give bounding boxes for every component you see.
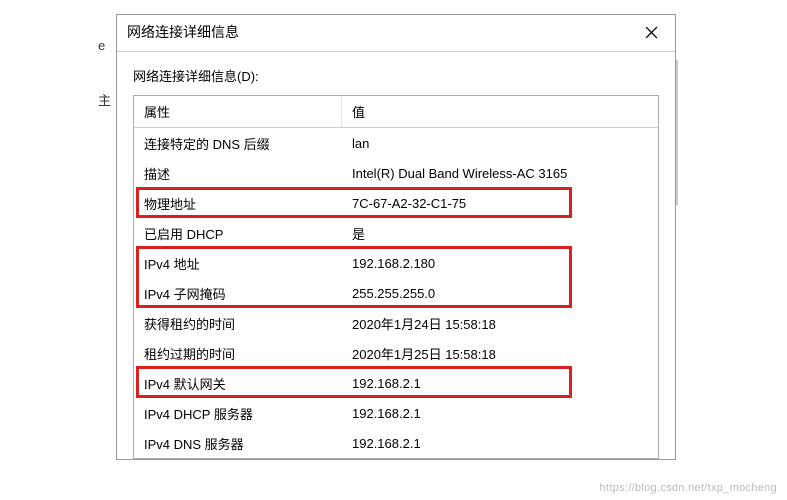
cell-property: IPv4 DNS 服务器 <box>134 430 342 457</box>
cell-property: 描述 <box>134 160 342 187</box>
close-icon <box>645 26 658 39</box>
table-row[interactable]: 物理地址 7C-67-A2-32-C1-75 <box>134 188 658 218</box>
cell-value: 192.168.2.180 <box>342 252 658 275</box>
cell-property: 获得租约的时间 <box>134 310 342 337</box>
details-table: 属性 值 连接特定的 DNS 后缀 lan 描述 Intel(R) Dual B… <box>133 95 659 459</box>
table-header: 属性 值 <box>134 96 658 128</box>
cell-property: 连接特定的 DNS 后缀 <box>134 130 342 157</box>
table-row[interactable]: IPv4 DHCP 服务器 192.168.2.1 <box>134 398 658 428</box>
close-button[interactable] <box>637 21 665 43</box>
table-row[interactable]: 连接特定的 DNS 后缀 lan <box>134 128 658 158</box>
table-row[interactable]: 获得租约的时间 2020年1月24日 15:58:18 <box>134 308 658 338</box>
cell-property: IPv4 子网掩码 <box>134 280 342 307</box>
table-row[interactable]: 描述 Intel(R) Dual Band Wireless-AC 3165 <box>134 158 658 188</box>
cell-value: lan <box>342 132 658 155</box>
table-row[interactable]: IPv4 子网掩码 255.255.255.0 <box>134 278 658 308</box>
table-row[interactable]: IPv4 默认网关 192.168.2.1 <box>134 368 658 398</box>
cell-value: Intel(R) Dual Band Wireless-AC 3165 <box>342 162 658 185</box>
cell-value: 192.168.2.1 <box>342 402 658 425</box>
column-header-value[interactable]: 值 <box>342 96 658 127</box>
dialog-content: 网络连接详细信息(D): 属性 值 连接特定的 DNS 后缀 lan 描述 In… <box>117 52 675 459</box>
clipped-text: e <box>98 38 110 58</box>
titlebar: 网络连接详细信息 <box>117 15 675 52</box>
clipped-text-2: 主 <box>98 90 110 110</box>
watermark-text: https://blog.csdn.net/txp_mocheng <box>600 482 777 494</box>
column-header-property[interactable]: 属性 <box>134 96 342 127</box>
background-edge <box>676 60 678 205</box>
cell-value: 192.168.2.1 <box>342 372 658 395</box>
cell-property: IPv4 DHCP 服务器 <box>134 400 342 427</box>
table-row[interactable]: IPv4 DNS 服务器 192.168.2.1 <box>134 428 658 458</box>
table-row[interactable]: IPv4 地址 192.168.2.180 <box>134 248 658 278</box>
cell-property: 已启用 DHCP <box>134 220 342 247</box>
cell-value: 2020年1月24日 15:58:18 <box>342 310 658 337</box>
cell-value: 是 <box>342 220 658 247</box>
dialog-title: 网络连接详细信息 <box>127 22 239 42</box>
table-row[interactable]: 租约过期的时间 2020年1月25日 15:58:18 <box>134 338 658 368</box>
table-row[interactable]: 已启用 DHCP 是 <box>134 218 658 248</box>
section-label: 网络连接详细信息(D): <box>133 66 659 85</box>
cell-property: 物理地址 <box>134 190 342 217</box>
cell-value: 255.255.255.0 <box>342 282 658 305</box>
cell-value: 2020年1月25日 15:58:18 <box>342 340 658 367</box>
cell-value: 7C-67-A2-32-C1-75 <box>342 192 658 215</box>
cell-property: 租约过期的时间 <box>134 340 342 367</box>
cell-property: IPv4 默认网关 <box>134 370 342 397</box>
network-details-dialog: 网络连接详细信息 网络连接详细信息(D): 属性 值 连接特定的 DNS 后缀 … <box>116 14 676 460</box>
cell-property: IPv4 地址 <box>134 250 342 277</box>
cell-value: 192.168.2.1 <box>342 432 658 455</box>
